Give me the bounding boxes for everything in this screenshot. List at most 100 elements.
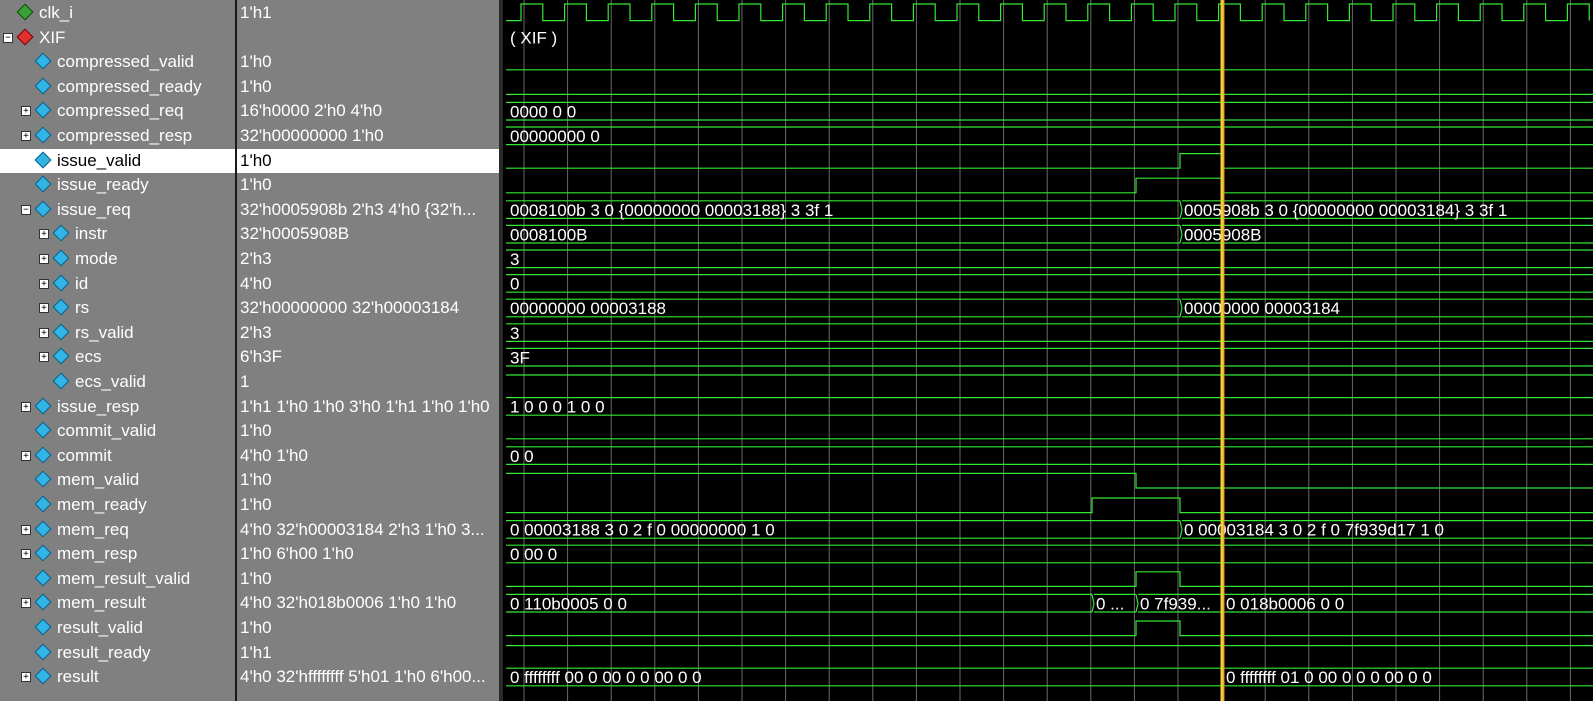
signal-icon [34,495,52,513]
value-row-clk_i[interactable]: 1'h1 [237,1,499,25]
value-row-id[interactable]: 4'h0 [237,272,499,296]
signal-row-result_valid[interactable]: result_valid [0,616,235,640]
value-row-XIF[interactable] [237,26,499,50]
signal-row-commit_valid[interactable]: commit_valid [0,419,235,443]
signal-row-mem_valid[interactable]: mem_valid [0,468,235,492]
value-row-compressed_ready[interactable]: 1'h0 [237,75,499,99]
value-row-ecs_valid[interactable]: 1 [237,370,499,394]
value-row-rs_valid[interactable]: 2'h3 [237,321,499,345]
value-row-issue_req[interactable]: 32'h0005908b 2'h3 4'h0 {32'h... [237,198,499,222]
value-row-issue_valid[interactable]: 1'h0 [237,148,499,173]
expand-icon[interactable]: + [21,524,31,535]
signal-row-XIF[interactable]: − XIF [0,26,235,50]
bus-transition [1179,299,1183,317]
signal-name: mem_result_valid [57,568,191,588]
expand-icon[interactable]: + [39,254,49,264]
value-row-rs[interactable]: 32'h00000000 32'h00003184 [237,296,499,320]
bus-waveform [506,274,1593,293]
bit-waveform [506,153,1593,169]
signal-icon [34,421,52,439]
value-row-commit[interactable]: 4'h0 1'h0 [237,444,499,468]
signal-icon [34,520,52,538]
value-row-mem_req[interactable]: 4'h0 32'h00003184 2'h3 1'h0 3... [237,518,499,542]
value-row-result_valid[interactable]: 1'h0 [237,616,499,640]
signal-value: 2'h3 [240,249,272,268]
signal-icon [34,200,52,218]
value-row-compressed_req[interactable]: 16'h0000 2'h0 4'h0 [237,99,499,123]
waveform-panel[interactable]: ( XIF ) 0000 0 0 00000000 0 0008100b 3 0 {0… [503,0,1593,701]
bus-transition [1091,594,1095,613]
signal-value: 4'h0 [240,273,272,293]
signal-row-instr[interactable]: + instr [0,222,235,246]
value-row-mode[interactable]: 2'h3 [237,247,499,271]
signal-row-issue_valid[interactable]: issue_valid [0,148,235,173]
expand-icon[interactable]: + [21,131,31,141]
signal-row-clk_i[interactable]: clk_i [0,1,235,25]
signal-name: rs_valid [75,322,134,342]
signal-row-mem_result_valid[interactable]: mem_result_valid [0,567,235,591]
bus-waveform [506,101,1593,121]
value-row-mem_ready[interactable]: 1'h0 [237,493,499,517]
value-row-result_ready[interactable]: 1'h1 [237,641,499,665]
value-row-compressed_resp[interactable]: 32'h00000000 1'h0 [237,124,499,148]
value-row-commit_valid[interactable]: 1'h0 [237,419,499,443]
signal-row-compressed_ready[interactable]: compressed_ready [0,75,235,99]
collapse-icon[interactable]: − [3,32,13,43]
signal-name: issue_resp [57,396,140,416]
signal-row-ecs_valid[interactable]: ecs_valid [0,370,235,394]
expand-icon[interactable]: + [21,549,31,560]
signal-row-issue_req[interactable]: − issue_req [0,198,235,222]
signal-row-ecs[interactable]: + ecs [0,345,235,369]
expand-icon[interactable]: + [39,303,49,314]
signal-name: commit_valid [57,421,157,441]
signal-row-result[interactable]: + result [0,665,235,689]
value-row-mem_result[interactable]: 4'h0 32'h018b0006 1'h0 1'h0 [237,591,499,615]
bus-waveform [506,446,1593,465]
expand-icon[interactable]: + [39,229,49,240]
signal-row-issue_resp[interactable]: + issue_resp [0,395,235,419]
signal-row-mode[interactable]: + mode [0,247,235,271]
value-row-mem_resp[interactable]: 1'h0 6'h00 1'h0 [237,542,499,566]
expand-icon[interactable]: + [39,278,49,289]
bus-value-label: 0 00003188 3 0 2 f 0 00000000 1 0 [510,521,775,540]
signal-row-mem_resp[interactable]: + mem_resp [0,542,235,566]
signal-row-compressed_req[interactable]: + compressed_req [0,99,235,123]
waveform-canvas[interactable]: ( XIF ) 0000 0 0 00000000 0 0008100b 3 0 {0… [503,0,1593,701]
bus-value-label: 0 ffffffff 00 0 00 0 0 00 0 0 [510,668,702,687]
value-row-mem_valid[interactable]: 1'h0 [237,468,499,492]
signal-row-mem_result[interactable]: + mem_result [0,591,235,615]
signal-icon [34,569,52,587]
expand-icon[interactable]: + [21,672,31,683]
signal-value: 2'h3 [240,322,272,342]
signal-row-compressed_valid[interactable]: compressed_valid [0,50,235,74]
signal-value: 1'h0 6'h00 1'h0 [240,544,354,564]
signal-icon [52,298,70,316]
signal-row-commit[interactable]: + commit [0,444,235,468]
value-row-compressed_valid[interactable]: 1'h0 [237,50,499,74]
value-row-issue_ready[interactable]: 1'h0 [237,173,499,197]
signal-row-compressed_resp[interactable]: + compressed_resp [0,124,235,148]
bus-value-label: 0 ffffffff 01 0 00 0 0 0 00 0 0 [1226,668,1432,687]
signal-value: 32'h0005908B [240,224,350,244]
value-row-ecs[interactable]: 6'h3F [237,345,499,369]
value-row-instr[interactable]: 32'h0005908B [237,222,499,246]
value-row-result[interactable]: 4'h0 32'hffffffff 5'h01 1'h0 6'h00... [237,665,499,689]
signal-row-rs[interactable]: + rs [0,296,235,320]
expand-icon[interactable]: + [21,450,31,461]
value-row-issue_resp[interactable]: 1'h1 1'h0 1'h0 3'h0 1'h1 1'h0 1'h0 [237,395,499,419]
signal-row-rs_valid[interactable]: + rs_valid [0,321,235,345]
signal-value: 4'h0 32'h00003184 2'h3 1'h0 3... [240,519,485,539]
value-row-mem_result_valid[interactable]: 1'h0 [237,567,499,591]
signal-row-mem_req[interactable]: + mem_req [0,518,235,542]
expand-icon[interactable]: + [21,598,31,609]
signal-icon [34,101,52,119]
expand-icon[interactable]: + [21,401,31,412]
signal-row-id[interactable]: + id [0,272,235,296]
signal-row-issue_ready[interactable]: issue_ready [0,173,235,197]
expand-icon[interactable]: + [39,352,49,363]
collapse-icon[interactable]: − [21,204,31,215]
signal-row-result_ready[interactable]: result_ready [0,641,235,665]
signal-row-mem_ready[interactable]: mem_ready [0,493,235,517]
expand-icon[interactable]: + [39,327,49,338]
expand-icon[interactable]: + [21,106,31,117]
